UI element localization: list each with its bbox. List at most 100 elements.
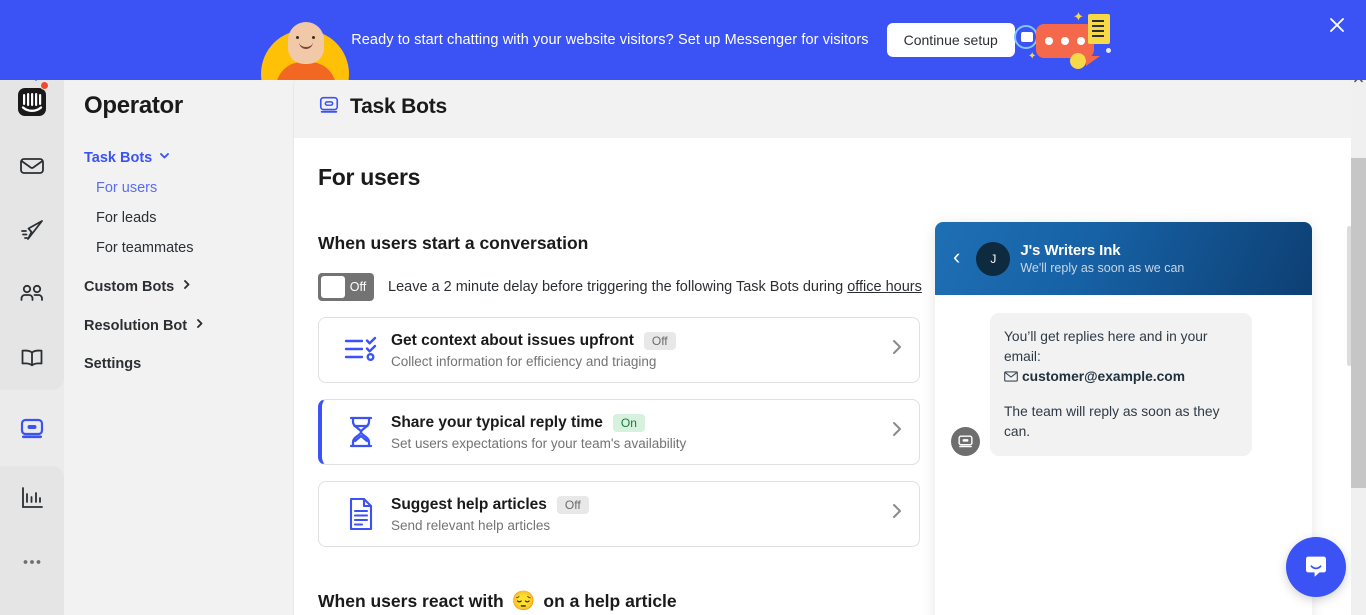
- react-text-after: on a help article: [543, 591, 677, 611]
- scrollbar-thumb[interactable]: [1351, 158, 1366, 488]
- illustration-sparkle: ✦: [1028, 51, 1037, 62]
- content-title: For users: [318, 164, 421, 190]
- active-nav-pointer: [24, 70, 48, 81]
- office-hours-link[interactable]: office hours: [847, 279, 922, 295]
- task-bot-icon: [318, 94, 340, 121]
- hourglass-icon: [337, 410, 385, 454]
- status-badge: Off: [556, 495, 589, 514]
- message-email: customer@example.com: [1022, 369, 1185, 384]
- message-line-1: You’ll get replies here and in your emai…: [1004, 327, 1236, 388]
- illustration-speech-bubble: [1036, 24, 1100, 66]
- chevron-down-icon: [158, 149, 171, 166]
- sidebar-item-resolution-bot[interactable]: Resolution Bot: [64, 310, 294, 341]
- delay-toggle[interactable]: Off: [318, 273, 374, 301]
- card-title-row: Suggest help articles Off: [391, 495, 891, 514]
- illustration-eye-right: [312, 36, 315, 39]
- sidebar-item-for-leads[interactable]: For leads: [64, 203, 294, 233]
- toggle-knob: [321, 276, 345, 298]
- card-description: Send relevant help articles: [391, 517, 551, 533]
- setup-banner: Ready to start chatting with your websit…: [0, 0, 1366, 80]
- delay-toggle-description: Leave a 2 minute delay before triggering…: [388, 279, 922, 295]
- card-description: Set users expectations for your team's a…: [391, 435, 687, 451]
- bot-avatar-icon: [951, 427, 980, 456]
- message-text: You’ll get replies here and in your emai…: [1004, 329, 1208, 364]
- sidebar-item-settings[interactable]: Settings: [64, 349, 294, 379]
- page-scrollbar[interactable]: [1351, 70, 1366, 615]
- continue-setup-button[interactable]: Continue setup: [886, 23, 1015, 57]
- banner-text: Ready to start chatting with your websit…: [351, 32, 869, 48]
- status-badge: Off: [643, 331, 676, 350]
- card-title-row: Get context about issues upfront Off: [391, 331, 891, 350]
- card-text-block: Get context about issues upfront Off Col…: [385, 331, 891, 369]
- banner-content: Ready to start chatting with your websit…: [0, 0, 1366, 80]
- task-bot-card-suggest-articles[interactable]: Suggest help articles Off Send relevant …: [318, 481, 920, 547]
- react-text-before: When users react with: [318, 591, 504, 611]
- delay-text: Leave a 2 minute delay before triggering…: [388, 279, 848, 295]
- banner-person-illustration: [258, 8, 354, 80]
- app-root: Operator Task Bots For users For leads F…: [0, 0, 1366, 615]
- toggle-state-label: Off: [349, 280, 367, 294]
- rail-group-primary: [0, 70, 64, 390]
- secondary-sidebar: Operator Task Bots For users For leads F…: [64, 70, 294, 615]
- more-icon[interactable]: [0, 530, 64, 594]
- articles-icon[interactable]: [0, 326, 64, 390]
- sidebar-item-for-users[interactable]: For users: [64, 173, 294, 203]
- message-bubble: You’ll get replies here and in your emai…: [990, 313, 1252, 456]
- reports-icon[interactable]: [0, 466, 64, 530]
- card-text-block: Suggest help articles Off Send relevant …: [385, 495, 891, 533]
- sidebar-nav-list: Task Bots For users For leads For teamma…: [64, 142, 294, 379]
- panel-body: For users When users start a conversatio…: [294, 138, 1354, 615]
- card-title: Share your typical reply time: [391, 413, 603, 431]
- close-icon[interactable]: [1324, 12, 1350, 38]
- back-icon[interactable]: ‹: [951, 246, 966, 271]
- delay-toggle-row: Off Leave a 2 minute delay before trigge…: [318, 273, 934, 301]
- mail-icon: [1004, 368, 1018, 388]
- messenger-team-name: J's Writers Ink: [1020, 242, 1121, 259]
- message-line-2: The team will reply as soon as they can.: [1004, 404, 1220, 439]
- task-bot-card-list: Get context about issues upfront Off Col…: [318, 317, 920, 547]
- sidebar-item-operator[interactable]: [0, 396, 64, 460]
- notifications-icon[interactable]: [0, 594, 64, 615]
- sidebar-item-custom-bots[interactable]: Custom Bots: [64, 271, 294, 302]
- section-title-react: When users react with 😔 on a help articl…: [318, 591, 934, 612]
- checklist-icon: [337, 328, 385, 372]
- chevron-right-icon[interactable]: [891, 419, 905, 445]
- sidebar-item-label: Task Bots: [84, 149, 153, 166]
- chevron-right-icon: [180, 278, 193, 295]
- illustration-dot: [1106, 48, 1111, 53]
- rail-group-secondary: [0, 466, 64, 615]
- illustration-ball: [1070, 53, 1086, 69]
- contacts-icon[interactable]: [0, 262, 64, 326]
- avatar: J: [976, 241, 1011, 276]
- chevron-right-icon[interactable]: [891, 337, 905, 363]
- primary-icon-rail: [0, 70, 64, 615]
- chevron-right-icon: [193, 317, 206, 334]
- inbox-icon[interactable]: [0, 134, 64, 198]
- document-icon: [337, 492, 385, 536]
- card-text-block: Share your typical reply time On Set use…: [385, 413, 891, 451]
- sidebar-item-label: Resolution Bot: [84, 317, 188, 334]
- task-bot-card-reply-time[interactable]: Share your typical reply time On Set use…: [318, 399, 920, 465]
- sidebar-item-label: For teammates: [96, 240, 194, 256]
- messenger-preview: ‹ J J's Writers Ink We'll reply as soon …: [935, 222, 1312, 615]
- chevron-right-icon[interactable]: [891, 501, 905, 527]
- illustration-device-icon: [1014, 25, 1038, 49]
- main-panel: Task Bots For users When users start a c…: [294, 76, 1354, 615]
- task-bot-card-get-context[interactable]: Get context about issues upfront Off Col…: [318, 317, 920, 383]
- sidebar-item-label: Custom Bots: [84, 278, 175, 295]
- messenger-launcher-button[interactable]: [1286, 537, 1346, 597]
- sidebar-item-task-bots[interactable]: Task Bots: [64, 142, 294, 173]
- outbound-icon[interactable]: [0, 198, 64, 262]
- sidebar-item-label: For leads: [96, 210, 157, 226]
- messenger-body: You’ll get replies here and in your emai…: [935, 295, 1312, 615]
- sidebar-item-for-teammates[interactable]: For teammates: [64, 233, 294, 263]
- card-description: Collect information for efficiency and t…: [391, 353, 657, 369]
- illustration-sparkle: ✦: [1073, 9, 1084, 24]
- message-row: You’ll get replies here and in your emai…: [951, 313, 1296, 456]
- sidebar-item-label: For users: [96, 180, 158, 196]
- main-content: For users When users start a conversatio…: [294, 138, 934, 615]
- card-title: Suggest help articles: [391, 495, 547, 513]
- messenger-identity: J's Writers Ink We'll reply as soon as w…: [1020, 242, 1184, 275]
- card-title: Get context about issues upfront: [391, 331, 634, 349]
- sad-emoji-icon: 😔: [511, 591, 536, 612]
